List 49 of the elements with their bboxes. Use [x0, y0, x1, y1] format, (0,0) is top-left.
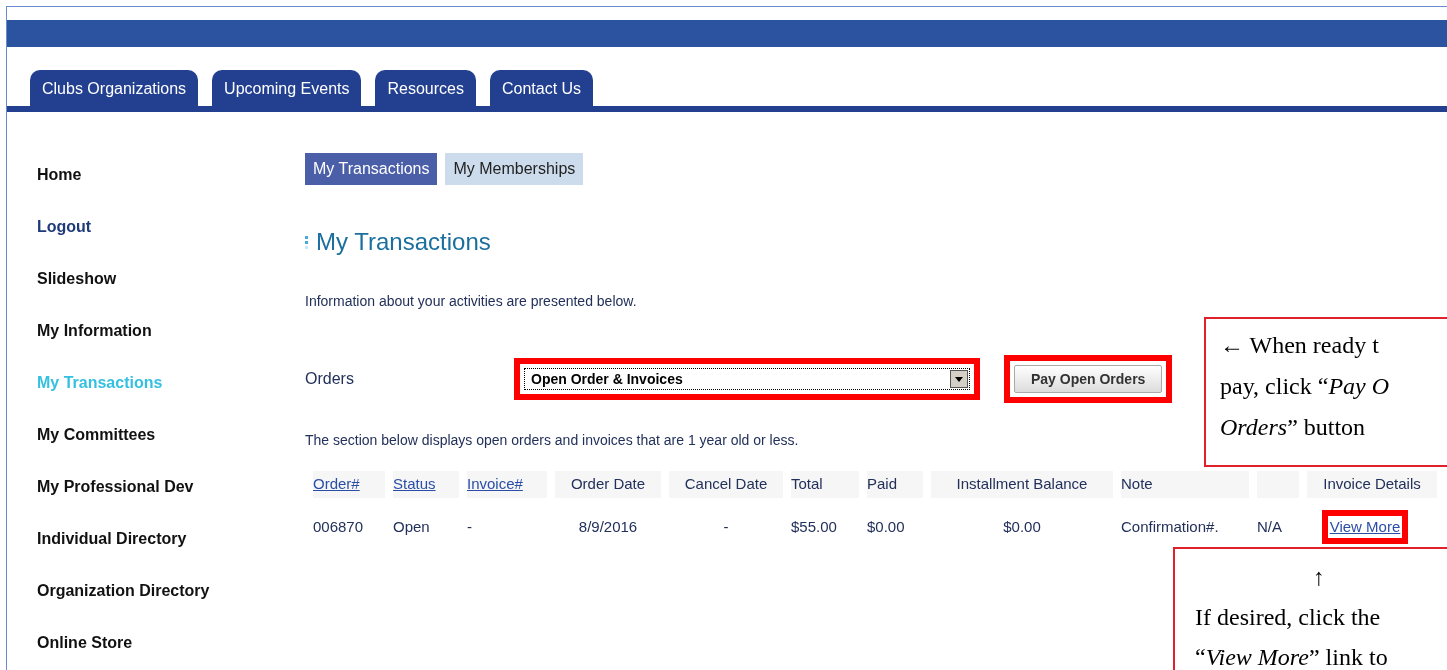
nav-tab[interactable]: Upcoming Events — [212, 70, 362, 107]
callout-text: ↑ — [1312, 563, 1326, 592]
column-header: Note — [1121, 471, 1249, 498]
callout-text: If desired, click the — [1195, 603, 1382, 632]
sub-tab[interactable]: My Memberships — [445, 153, 584, 185]
intro-text: Information about your activities are presented below. — [305, 292, 638, 311]
table-cell-text: Open — [393, 516, 430, 537]
table-cell-text: $0.00 — [1003, 516, 1041, 537]
view-more-link[interactable]: View More — [1329, 517, 1401, 535]
table-cell-text: - — [723, 516, 729, 537]
sidebar-item[interactable]: Logout — [37, 201, 210, 253]
column-header: Invoice Details — [1307, 471, 1437, 498]
column-header: Paid — [867, 471, 923, 498]
pay-open-orders-button[interactable]: Pay Open Orders — [1014, 365, 1163, 393]
page-heading: My Transactions — [316, 227, 491, 257]
column-header-link[interactable]: Status — [393, 471, 459, 498]
sidebar-item[interactable]: Home — [37, 149, 210, 201]
table-cell-text: - — [467, 516, 472, 537]
callout-text: “View More” link to — [1195, 643, 1389, 670]
column-header: Cancel Date — [669, 471, 783, 498]
orders-label: Orders — [305, 369, 355, 389]
column-header-link[interactable]: Order# — [313, 471, 385, 498]
callout-text: pay, click “Pay O — [1220, 372, 1391, 401]
sidebar-item[interactable]: Online Store — [37, 617, 210, 669]
orders-dropdown[interactable]: Open Order & Invoices — [524, 368, 970, 390]
sidebar-item[interactable]: My Information — [37, 305, 210, 357]
sidebar-item[interactable]: Organization Directory — [37, 565, 210, 617]
column-header: Total — [791, 471, 859, 498]
nav-tab[interactable]: Clubs Organizations — [30, 70, 199, 107]
section-note: The section below displays open orders and invoices that are 1 year old or less. — [305, 431, 799, 450]
nav-tab[interactable]: Contact Us — [489, 70, 594, 107]
table-cell-text: $55.00 — [791, 516, 837, 537]
table-cell-text: Confirmation#. — [1121, 516, 1219, 537]
sidebar-item[interactable]: Individual Directory — [37, 513, 210, 565]
nav-tab[interactable]: Resources — [375, 70, 476, 107]
column-header: Order Date — [555, 471, 661, 498]
table-cell-text: 8/9/2016 — [578, 516, 638, 537]
table-cell-text: N/A — [1257, 516, 1282, 537]
sidebar-item[interactable]: Slideshow — [37, 253, 210, 305]
callout-text: ← When ready t — [1220, 331, 1380, 360]
callout-text: Orders” button — [1220, 413, 1367, 442]
table-cell-text: 006870 — [313, 516, 364, 537]
column-header: Installment Balance — [931, 471, 1113, 498]
sidebar-item[interactable]: My Committees — [37, 409, 210, 461]
heading-marker-icon — [305, 235, 308, 249]
table-cell-text: $0.00 — [867, 516, 905, 537]
sidebar-item[interactable]: My Professional Dev — [37, 461, 210, 513]
sub-tab[interactable]: My Transactions — [305, 153, 438, 185]
column-header-link[interactable]: Invoice# — [467, 471, 547, 498]
